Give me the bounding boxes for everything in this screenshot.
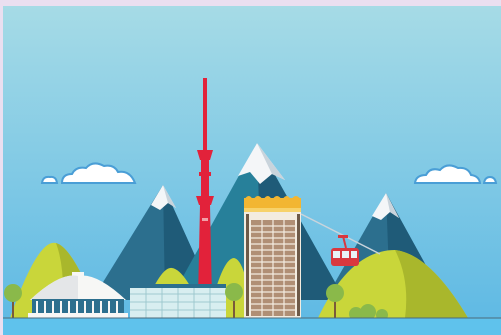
cloud-icon (482, 175, 498, 184)
glass-office-icon (130, 284, 226, 318)
hotel-tower-icon (244, 196, 301, 318)
ground-strip (3, 318, 501, 335)
city-skyline-illustration (3, 6, 501, 335)
cloud-icon (40, 175, 59, 184)
